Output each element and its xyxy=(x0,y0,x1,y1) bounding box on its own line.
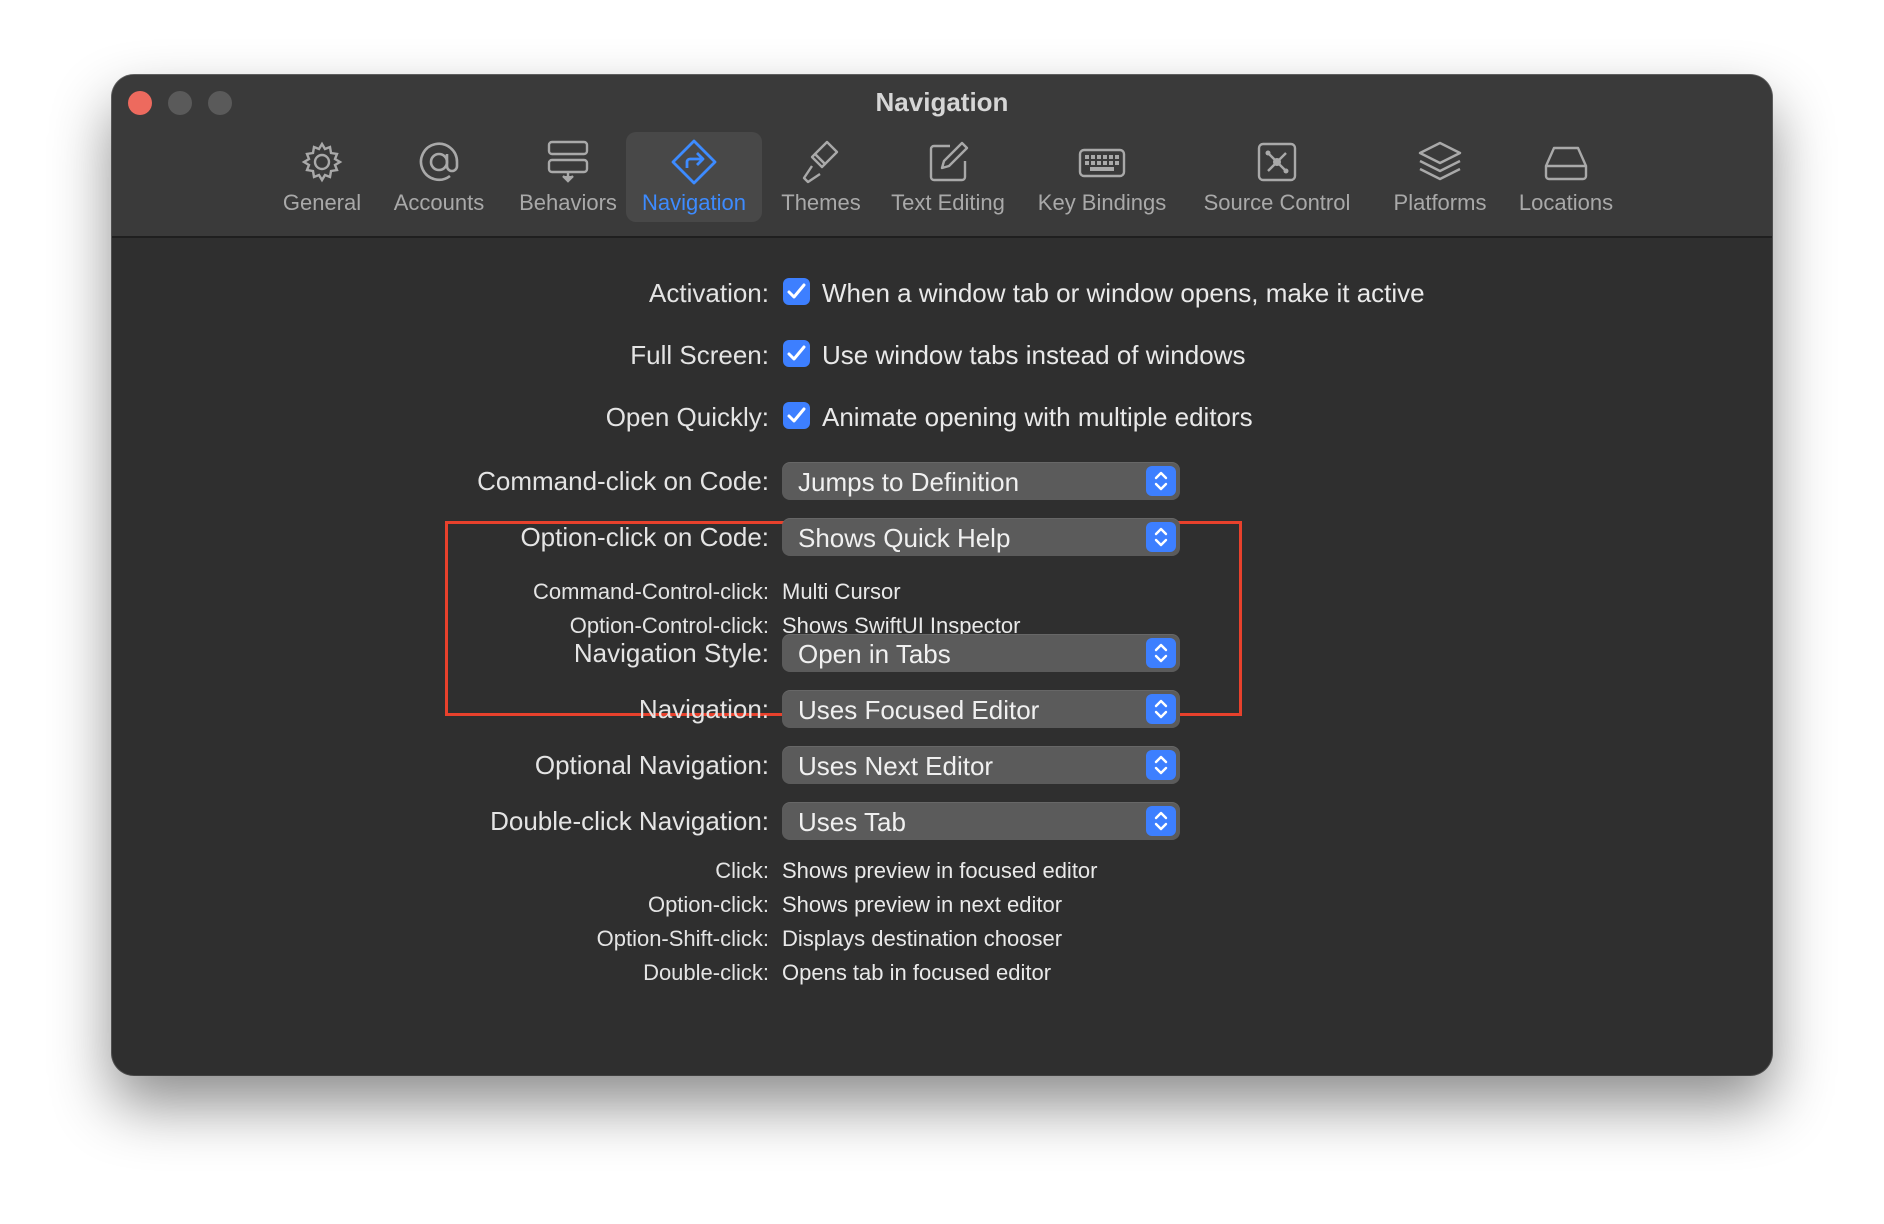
paintbrush-icon xyxy=(802,140,839,184)
tab-label: Behaviors xyxy=(519,190,617,215)
tab-label: General xyxy=(282,190,362,215)
behaviors-icon xyxy=(547,140,589,183)
navigation-settings-pane: Activation: When a window tab or window … xyxy=(112,238,1772,1075)
tab-locations[interactable]: Locations xyxy=(1506,132,1626,222)
navigation-style-row: Navigation Style: Open in Tabs xyxy=(112,632,1772,672)
full-screen-row: Full Screen: Use window tabs instead of … xyxy=(112,335,1772,375)
double-click-value: Opens tab in focused editor xyxy=(782,960,1052,985)
chevron-up-down-icon xyxy=(1146,694,1176,724)
click-label: Click: xyxy=(715,858,769,883)
tab-label: Text Editing xyxy=(891,190,1005,215)
tab-label: Locations xyxy=(1518,190,1614,215)
tab-source-control[interactable]: Source Control xyxy=(1186,132,1368,222)
navigation-row: Navigation: Uses Focused Editor xyxy=(112,688,1772,728)
tab-general[interactable]: General xyxy=(272,132,372,222)
optional-navigation-row: Optional Navigation: Uses Next Editor xyxy=(112,744,1772,784)
double-click-row: Double-click: Opens tab in focused edito… xyxy=(112,952,1772,992)
stacked-layers-icon xyxy=(1418,141,1462,181)
navigation-diamond-icon xyxy=(671,139,717,185)
tab-label: Platforms xyxy=(1393,190,1487,215)
gear-icon xyxy=(301,141,343,183)
activation-text: When a window tab or window opens, make … xyxy=(822,278,1425,308)
chevron-up-down-icon xyxy=(1146,466,1176,496)
command-click-label: Command-click on Code: xyxy=(477,466,769,496)
checkmark-icon xyxy=(787,283,806,299)
window-title: Navigation xyxy=(875,87,1009,117)
tab-text-editing[interactable]: Text Editing xyxy=(878,132,1018,222)
popup-value: Uses Next Editor xyxy=(798,751,994,781)
full-screen-label: Full Screen: xyxy=(630,340,769,370)
option-click-label: Option-click: xyxy=(647,892,769,917)
tab-label: Accounts xyxy=(393,190,485,215)
command-control-click-label: Command-Control-click: xyxy=(533,579,769,604)
chevron-up-down-icon xyxy=(1146,638,1176,668)
option-shift-click-value: Displays destination chooser xyxy=(782,926,1063,951)
open-quickly-text: Animate opening with multiple editors xyxy=(822,402,1253,432)
open-quickly-label: Open Quickly: xyxy=(605,402,769,432)
tab-platforms[interactable]: Platforms xyxy=(1378,132,1502,222)
double-click-label: Double-click: xyxy=(643,960,769,985)
drive-icon xyxy=(1544,146,1588,181)
option-click-code-label: Option-click on Code: xyxy=(520,522,769,552)
popup-value: Uses Tab xyxy=(798,807,906,837)
activation-row: Activation: When a window tab or window … xyxy=(112,273,1772,313)
double-click-navigation-row: Double-click Navigation: Uses Tab xyxy=(112,800,1772,840)
activation-checkbox[interactable] xyxy=(783,278,810,305)
click-value: Shows preview in focused editor xyxy=(782,858,1098,883)
command-click-popup[interactable]: Jumps to Definition xyxy=(782,462,1180,500)
navigation-style-label: Navigation Style: xyxy=(573,638,769,668)
preferences-window: Navigation General Accounts Behaviors Na… xyxy=(112,75,1772,1075)
tab-label: Navigation xyxy=(642,190,746,215)
popup-value: Uses Focused Editor xyxy=(798,695,1040,725)
full-screen-text: Use window tabs instead of windows xyxy=(822,340,1246,370)
navigation-popup[interactable]: Uses Focused Editor xyxy=(782,690,1180,728)
chevron-up-down-icon xyxy=(1146,750,1176,780)
option-click-value: Shows preview in next editor xyxy=(782,892,1063,917)
tab-navigation[interactable]: Navigation xyxy=(626,132,762,222)
command-click-row: Command-click on Code: Jumps to Definiti… xyxy=(112,460,1772,500)
at-sign-icon xyxy=(419,142,459,181)
optional-navigation-label: Optional Navigation: xyxy=(534,750,769,780)
popup-value: Shows Quick Help xyxy=(798,523,1011,553)
navigation-label: Navigation: xyxy=(638,694,769,724)
open-quickly-checkbox[interactable] xyxy=(783,402,810,429)
source-control-icon xyxy=(1257,142,1297,182)
activation-label: Activation: xyxy=(649,278,769,308)
option-shift-click-label: Option-Shift-click: xyxy=(596,926,769,951)
chevron-up-down-icon xyxy=(1146,806,1176,836)
pencil-square-icon xyxy=(929,141,969,182)
checkmark-icon xyxy=(787,345,806,361)
optional-navigation-popup[interactable]: Uses Next Editor xyxy=(782,746,1180,784)
popup-value: Jumps to Definition xyxy=(798,467,1020,497)
tab-key-bindings[interactable]: Key Bindings xyxy=(1030,132,1174,222)
open-quickly-row: Open Quickly: Animate opening with multi… xyxy=(112,397,1772,437)
title-bar: Navigation General Accounts Behaviors Na… xyxy=(112,75,1772,238)
tab-themes[interactable]: Themes xyxy=(772,132,870,222)
keyboard-icon xyxy=(1078,148,1126,178)
tab-label: Themes xyxy=(781,190,861,215)
preferences-toolbar: General Accounts Behaviors Navigation Th… xyxy=(112,132,1772,224)
tab-accounts[interactable]: Accounts xyxy=(382,132,496,222)
tab-label: Key Bindings xyxy=(1037,190,1167,215)
popup-value: Open in Tabs xyxy=(798,639,951,669)
chevron-up-down-icon xyxy=(1146,522,1176,552)
option-click-code-row: Option-click on Code: Shows Quick Help xyxy=(112,516,1772,556)
double-click-navigation-popup[interactable]: Uses Tab xyxy=(782,802,1180,840)
full-screen-checkbox[interactable] xyxy=(783,340,810,367)
navigation-style-popup[interactable]: Open in Tabs xyxy=(782,634,1180,672)
checkmark-icon xyxy=(787,407,806,423)
tab-label: Source Control xyxy=(1203,190,1351,215)
double-click-navigation-label: Double-click Navigation: xyxy=(490,806,769,836)
tab-behaviors[interactable]: Behaviors xyxy=(505,132,631,222)
option-click-code-popup[interactable]: Shows Quick Help xyxy=(782,518,1180,556)
command-control-click-value: Multi Cursor xyxy=(782,579,901,604)
